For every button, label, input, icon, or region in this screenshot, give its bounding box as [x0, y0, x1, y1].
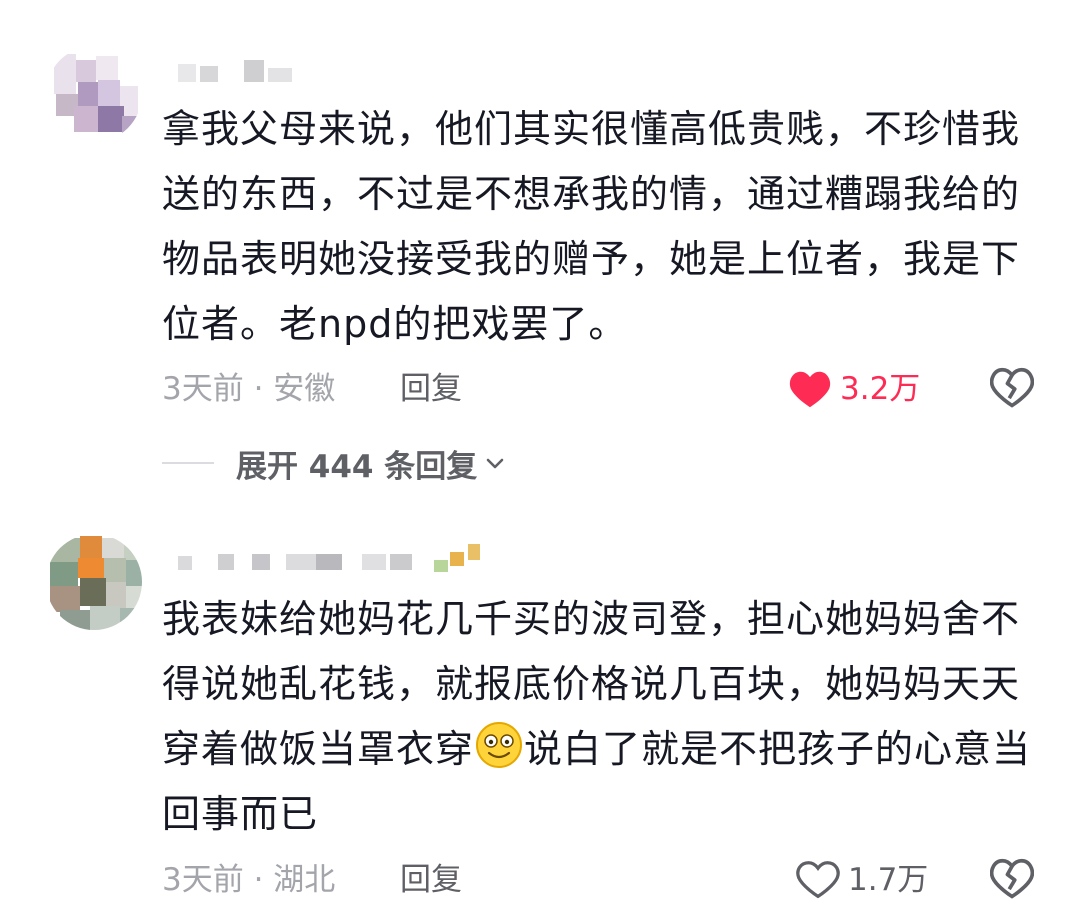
username-blurred[interactable] [178, 60, 298, 82]
like-count: 3.2万 [840, 371, 921, 407]
comment-item: 我表妹给她妈花几千买的波司登，担心她妈妈舍不得说她乱花钱，就报底价格说几百块，她… [0, 500, 1080, 904]
like-button[interactable]: 1.7万 [796, 858, 928, 902]
comment-text: 我表妹给她妈花几千买的波司登，担心她妈妈舍不得说她乱花钱，就报底价格说几百块，她… [162, 587, 1042, 847]
broken-heart-icon [989, 367, 1035, 408]
like-button[interactable]: 3.2万 [788, 367, 920, 411]
expand-replies-button[interactable]: 展开 444 条回复 [162, 443, 507, 485]
comment-text: 拿我父母来说，他们其实很懂高低贵贱，不珍惜我送的东西，不过是不想承我的情，通过糟… [162, 107, 1021, 346]
heart-outline-icon [796, 861, 840, 899]
broken-heart-icon [989, 858, 1035, 899]
dislike-button[interactable] [989, 367, 1035, 411]
like-count: 1.7万 [848, 862, 929, 898]
comment-item: 拿我父母来说，他们其实很懂高低贵贱，不珍惜我送的东西，不过是不想承我的情，通过糟… [0, 0, 1080, 500]
smile-emoji-icon [476, 722, 523, 768]
reply-button[interactable]: 回复 [400, 367, 462, 411]
avatar[interactable] [46, 46, 142, 142]
reply-button[interactable]: 回复 [400, 858, 462, 902]
comment-meta: 3天前 · 安徽 [162, 371, 336, 407]
dislike-button[interactable] [989, 858, 1035, 902]
avatar[interactable] [46, 534, 142, 630]
expand-replies-label: 展开 444 条回复 [236, 448, 478, 485]
chevron-down-icon [486, 458, 504, 469]
username-blurred[interactable] [178, 544, 498, 572]
heart-filled-icon [789, 371, 831, 408]
comment-meta: 3天前 · 湖北 [162, 862, 336, 898]
divider-line [162, 462, 214, 464]
